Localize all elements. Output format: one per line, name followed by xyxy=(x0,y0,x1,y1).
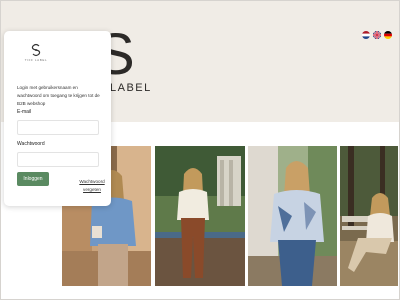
lookbook-photo-2 xyxy=(155,146,245,286)
brand-logo-subtitle: LABEL xyxy=(110,82,152,94)
login-card: TIFF LABEL Login met gebruikersnaam en w… xyxy=(4,31,111,206)
login-intro-text: Login met gebruikersnaam en wachtwoord o… xyxy=(17,85,100,106)
de-flag-icon[interactable] xyxy=(384,31,392,39)
language-switcher xyxy=(362,31,392,39)
email-field[interactable] xyxy=(17,120,99,135)
logo-wordmark: TIFF LABEL xyxy=(24,58,48,62)
lookbook-photo-4 xyxy=(340,146,398,286)
lookbook-photo-3 xyxy=(248,146,337,286)
brand-logo: TIFF LABEL xyxy=(21,43,51,62)
nl-flag-icon[interactable] xyxy=(362,31,370,39)
email-label: E-mail xyxy=(17,109,32,115)
login-button[interactable]: Inloggen xyxy=(17,172,49,186)
logo-mark-icon xyxy=(31,43,41,57)
uk-flag-icon[interactable] xyxy=(373,31,381,39)
forgot-password-link[interactable]: Wachtwoord vergeten xyxy=(77,178,107,194)
password-label: Wachtwoord xyxy=(17,141,45,147)
password-field[interactable] xyxy=(17,152,99,167)
